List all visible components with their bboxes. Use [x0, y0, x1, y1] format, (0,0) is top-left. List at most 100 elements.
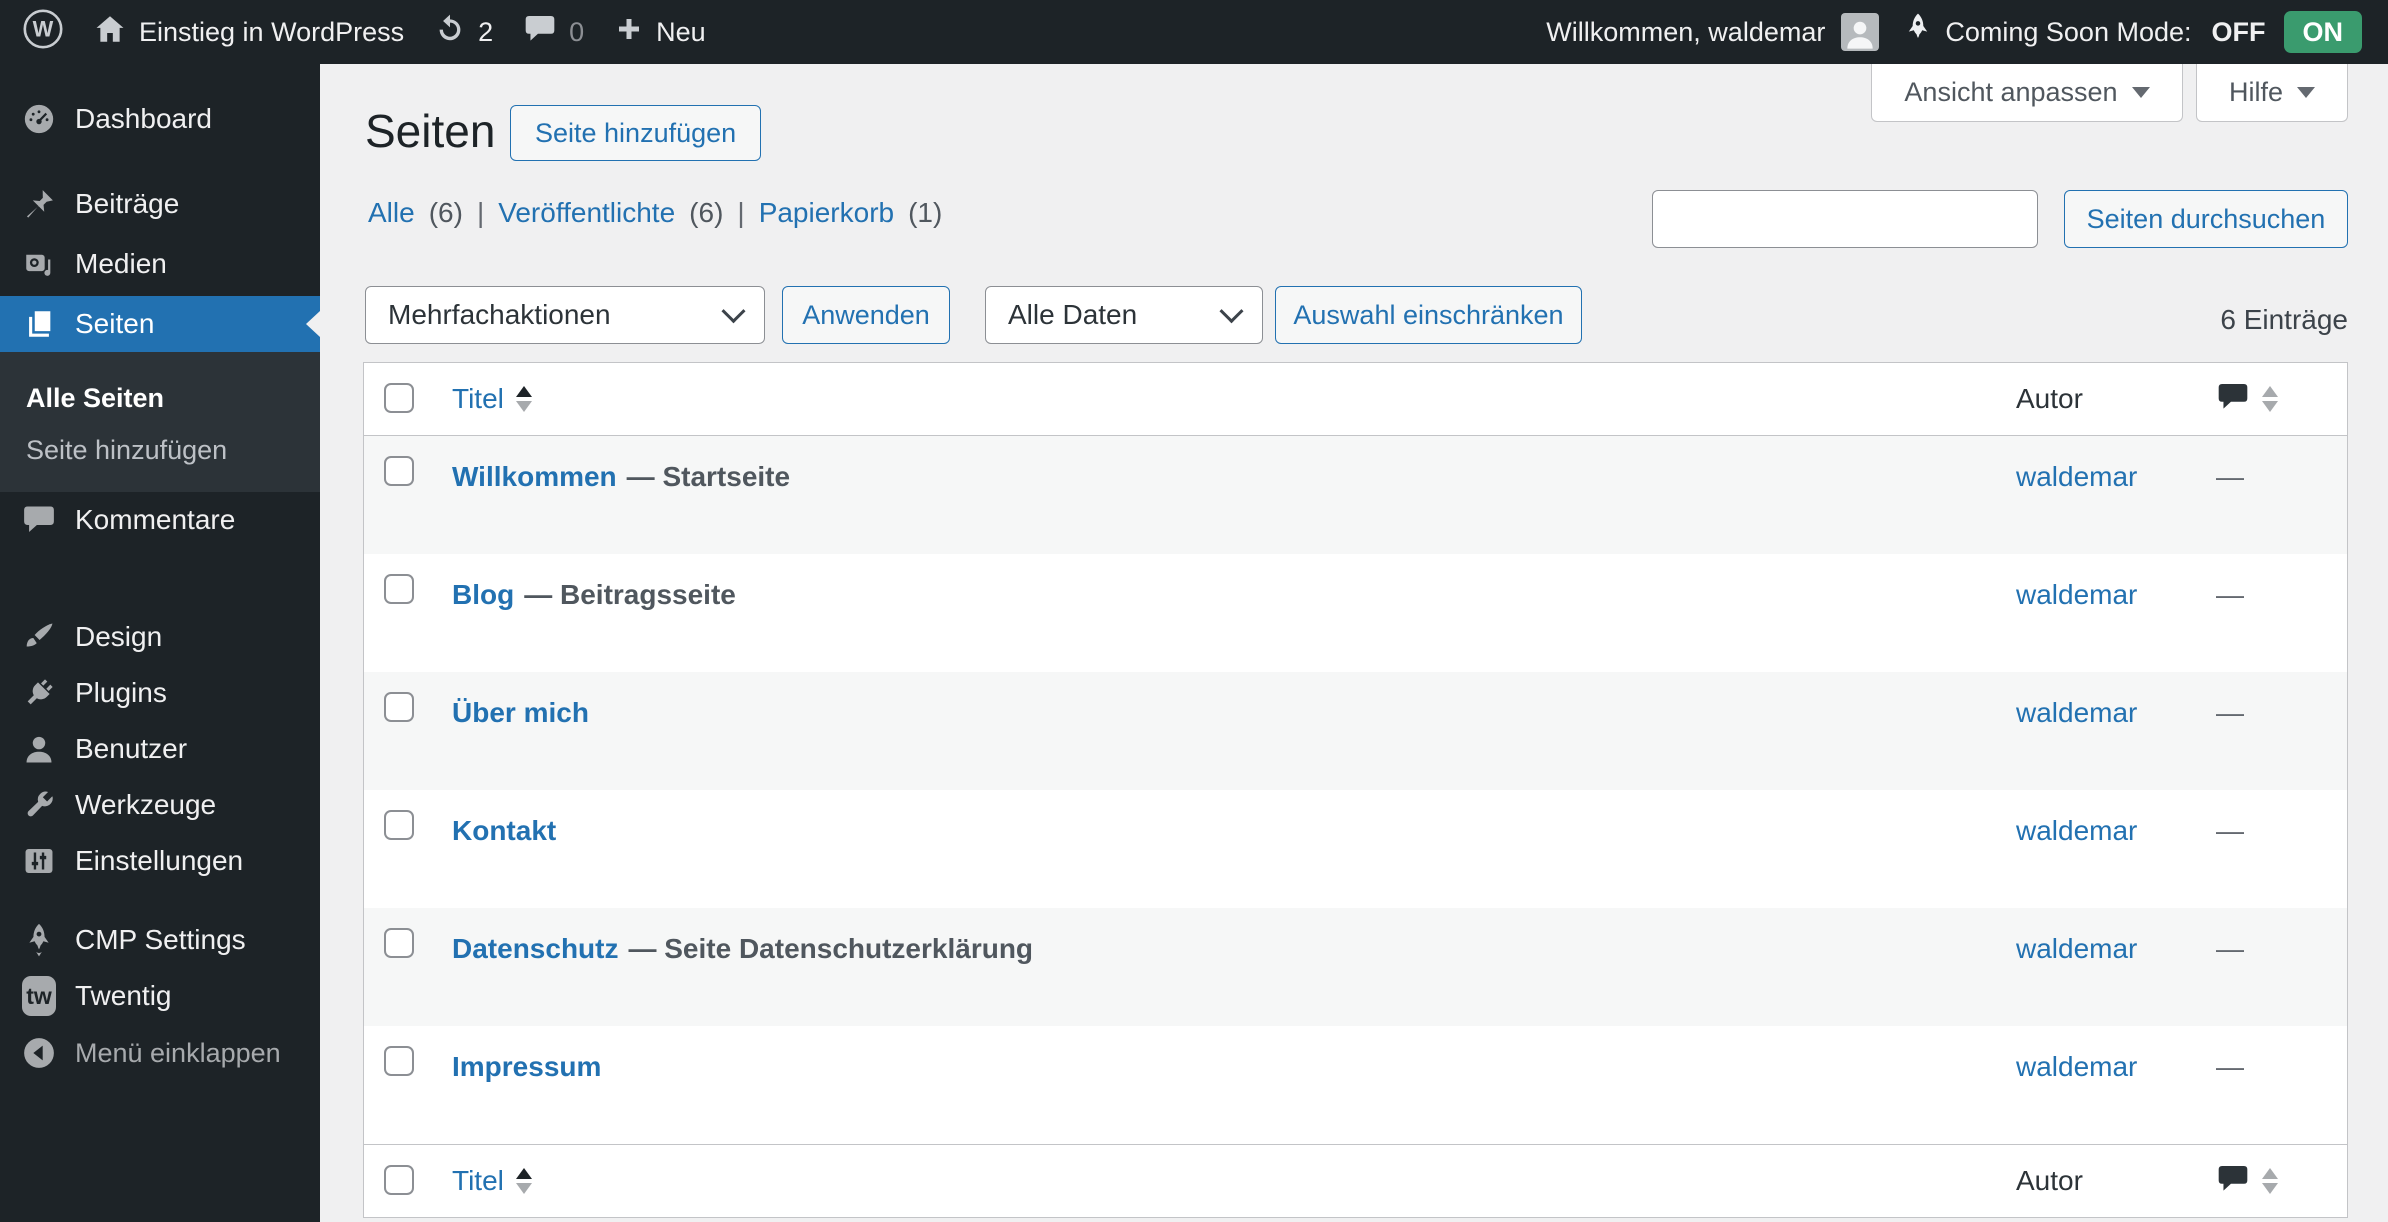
select-all-checkbox[interactable] — [384, 383, 414, 413]
comments-column-icon[interactable] — [2216, 1164, 2250, 1199]
sidebar-item-cmp-settings[interactable]: CMP Settings — [0, 912, 320, 968]
screen-options-tab[interactable]: Ansicht anpassen — [1871, 64, 2183, 122]
comments-column-icon[interactable] — [2216, 382, 2250, 417]
comments-link[interactable]: 0 — [508, 0, 599, 64]
rocket-icon — [1905, 12, 1931, 53]
author-link[interactable]: waldemar — [2016, 461, 2137, 492]
page-title-link[interactable]: Blog — [452, 579, 514, 610]
page-title-link[interactable]: Datenschutz — [452, 933, 618, 964]
bulk-actions-select[interactable]: Mehrfachaktionen — [365, 286, 765, 344]
avatar[interactable] — [1841, 13, 1880, 51]
restrict-selection-button[interactable]: Auswahl einschränken — [1275, 286, 1582, 344]
sidebar-item-label: Medien — [75, 248, 167, 279]
row-checkbox[interactable] — [384, 456, 414, 486]
site-name: Einstieg in WordPress — [139, 16, 405, 47]
search-pages-button[interactable]: Seiten durchsuchen — [2064, 190, 2348, 248]
sidebar-item-design[interactable]: Design — [0, 609, 320, 665]
bulk-actions-value: Mehrfachaktionen — [388, 299, 611, 330]
author-link[interactable]: waldemar — [2016, 697, 2137, 728]
author-link[interactable]: waldemar — [2016, 933, 2137, 964]
sidebar-item-label: Seiten — [75, 308, 155, 339]
comments-sort-arrows[interactable] — [2262, 386, 2278, 412]
wordpress-menu-button[interactable]: W — [0, 0, 78, 64]
row-checkbox[interactable] — [384, 692, 414, 722]
page-title-link[interactable]: Impressum — [452, 1051, 601, 1082]
sort-asc-icon — [2262, 1168, 2278, 1179]
sidebar-item-plugins[interactable]: Plugins — [0, 665, 320, 721]
submenu-item-seite-hinzufuegen[interactable]: Seite hinzufügen — [0, 424, 320, 476]
author-link[interactable]: waldemar — [2016, 1051, 2137, 1082]
sort-by-title-link[interactable]: Titel — [452, 1165, 504, 1197]
new-content-link[interactable]: Neu — [599, 0, 721, 64]
updates-count: 2 — [478, 16, 494, 47]
sidebar-item-dashboard[interactable]: Dashboard — [0, 91, 320, 147]
sidebar-item-werkzeuge[interactable]: Werkzeuge — [0, 777, 320, 833]
user-icon — [22, 732, 56, 766]
title-column-label: Titel — [452, 1165, 504, 1196]
table-row: Kontakt waldemar — — [364, 790, 2347, 908]
pages-table: Titel Autor Willkommen — Startseite wald… — [363, 362, 2348, 1218]
page-title-link[interactable]: Über mich — [452, 697, 589, 728]
table-row: Blog — Beitragsseite waldemar — — [364, 554, 2347, 672]
comments-cell: — — [2216, 815, 2244, 846]
row-checkbox[interactable] — [384, 574, 414, 604]
author-link[interactable]: waldemar — [2016, 815, 2137, 846]
updates-link[interactable]: 2 — [419, 0, 508, 64]
filter-link-papierkorb[interactable]: Papierkorb — [759, 198, 894, 228]
collapse-label: Menü einklappen — [75, 1037, 281, 1068]
comments-icon — [22, 503, 56, 537]
add-page-button[interactable]: Seite hinzufügen — [510, 105, 762, 161]
select-all-checkbox[interactable] — [384, 1165, 414, 1195]
search-input[interactable] — [1652, 190, 2038, 248]
account-link[interactable]: Willkommen, waldemar — [1546, 17, 1831, 48]
current-menu-arrow — [306, 311, 320, 337]
help-tab[interactable]: Hilfe — [2196, 64, 2348, 122]
comments-cell: — — [2216, 579, 2244, 610]
title-sort-arrows[interactable] — [515, 1168, 532, 1194]
comments-count: 0 — [569, 16, 585, 47]
coming-soon-on-button[interactable]: ON — [2283, 11, 2362, 53]
sidebar-item-medien[interactable]: Medien — [0, 236, 320, 292]
row-checkbox[interactable] — [384, 810, 414, 840]
new-label: Neu — [656, 16, 706, 47]
sidebar-item-benutzer[interactable]: Benutzer — [0, 721, 320, 777]
author-link[interactable]: waldemar — [2016, 579, 2137, 610]
comments-cell: — — [2216, 697, 2244, 728]
home-icon — [93, 12, 127, 53]
sidebar-collapse-button[interactable]: Menü einklappen — [0, 1025, 320, 1081]
sidebar-item-label: Design — [75, 621, 163, 652]
sidebar-item-beitraege[interactable]: Beiträge — [0, 176, 320, 232]
row-checkbox[interactable] — [384, 1046, 414, 1076]
coming-soon-status: Coming Soon Mode: — [1905, 12, 2192, 53]
apply-button[interactable]: Anwenden — [782, 286, 950, 344]
pushpin-icon — [22, 187, 56, 221]
title-sort-arrows[interactable] — [515, 386, 532, 412]
sidebar-item-label: CMP Settings — [75, 924, 246, 955]
page-title-link[interactable]: Willkommen — [452, 461, 617, 492]
filter-link-veroeffentlichte[interactable]: Veröffentlichte — [498, 198, 675, 228]
sidebar-item-label: Twentig — [75, 980, 172, 1011]
sidebar-item-twentig[interactable]: tw Twentig — [0, 968, 320, 1024]
wordpress-logo-icon: W — [22, 8, 64, 57]
sidebar-item-einstellungen[interactable]: Einstellungen — [0, 833, 320, 889]
date-filter-select[interactable]: Alle Daten — [985, 286, 1263, 344]
sort-by-title-link[interactable]: Titel — [452, 383, 504, 415]
sidebar-item-kommentare[interactable]: Kommentare — [0, 492, 320, 548]
table-row: Über mich waldemar — — [364, 672, 2347, 790]
table-footer: Titel Autor — [364, 1144, 2347, 1217]
sidebar-item-label: Einstellungen — [75, 845, 244, 876]
plug-icon — [22, 676, 56, 710]
filter-link-alle[interactable]: Alle — [368, 198, 415, 228]
author-column-label: Autor — [2016, 1165, 2083, 1196]
site-link[interactable]: Einstieg in WordPress — [78, 0, 419, 64]
sidebar-item-label: Werkzeuge — [75, 789, 217, 820]
sidebar-item-label: Benutzer — [75, 733, 188, 764]
sidebar-item-seiten[interactable]: Seiten — [0, 296, 320, 352]
row-checkbox[interactable] — [384, 928, 414, 958]
comments-sort-arrows[interactable] — [2262, 1168, 2278, 1194]
wrench-icon — [22, 788, 56, 822]
seiten-submenu: Alle Seiten Seite hinzufügen — [0, 352, 320, 492]
page-title-link[interactable]: Kontakt — [452, 815, 556, 846]
coming-soon-off-label[interactable]: OFF — [2212, 17, 2266, 48]
submenu-item-alle-seiten[interactable]: Alle Seiten — [0, 372, 320, 424]
